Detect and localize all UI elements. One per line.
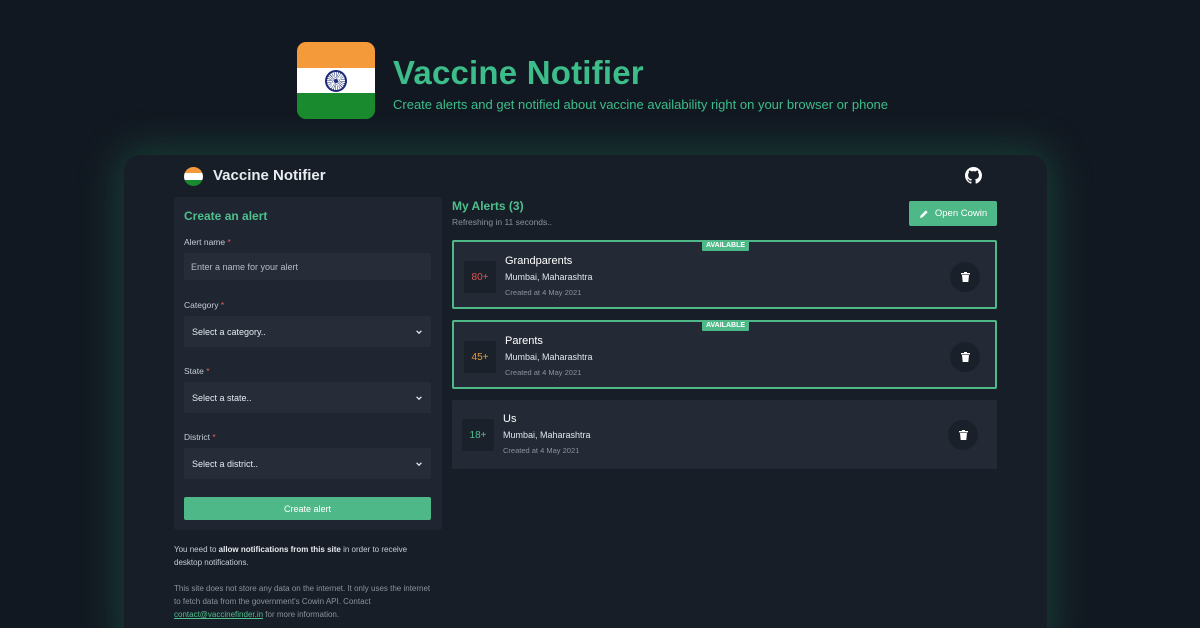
trash-icon (960, 272, 970, 282)
create-alert-panel: Create an alert Alert name * Category * … (174, 197, 442, 530)
district-select-value: Select a district.. (192, 458, 259, 469)
alert-location: Mumbai, Maharashtra (505, 352, 593, 362)
category-select-value: Select a category.. (192, 326, 266, 337)
contact-email-link[interactable]: contact@vaccinefinder.in (174, 610, 263, 619)
age-group-badge: 18+ (462, 419, 494, 451)
alert-created-date: Created at 4 May 2021 (505, 368, 582, 377)
alert-created-date: Created at 4 May 2021 (505, 288, 582, 297)
india-flag-icon[interactable] (184, 167, 203, 186)
create-alert-button[interactable]: Create alert (184, 497, 431, 520)
district-label: District * (184, 432, 216, 442)
availability-badge: AVAILABLE (702, 320, 750, 331)
app-window: Vaccine Notifier Create an alert Alert n… (124, 155, 1047, 628)
alert-name-input[interactable] (184, 253, 431, 280)
district-select[interactable]: Select a district.. (184, 448, 431, 479)
open-cowin-label: Open Cowin (934, 208, 988, 219)
hero-subtitle: Create alerts and get notified about vac… (393, 97, 889, 112)
my-alerts-heading: My Alerts (3) (452, 199, 524, 213)
notification-note: You need to allow notifications from thi… (174, 545, 408, 567)
privacy-note: This site does not store any data on the… (174, 584, 431, 619)
delete-alert-button[interactable] (950, 262, 980, 292)
alert-name-label: Alert name * (184, 237, 231, 247)
alert-card[interactable]: AVAILABLE 80+ Grandparents Mumbai, Maharash… (452, 240, 997, 309)
category-label: Category * (184, 300, 225, 310)
alert-name: Us (503, 413, 517, 425)
age-group-badge: 45+ (464, 341, 496, 373)
chevron-down-icon (416, 461, 422, 466)
ashoka-chakra-icon (325, 69, 347, 92)
alert-created-date: Created at 4 May 2021 (503, 446, 580, 455)
trash-icon (958, 430, 968, 440)
form-heading: Create an alert (184, 209, 268, 223)
alert-location: Mumbai, Maharashtra (503, 430, 591, 440)
nav-title[interactable]: Vaccine Notifier (213, 167, 326, 184)
delete-alert-button[interactable] (950, 342, 980, 372)
alert-location: Mumbai, Maharashtra (505, 272, 593, 282)
refresh-status: Refreshing in 11 seconds.. (452, 217, 553, 227)
chevron-down-icon (416, 329, 422, 334)
india-flag-icon (297, 42, 375, 119)
alert-card[interactable]: 18+ Us Mumbai, Maharashtra Created at 4 May… (452, 400, 997, 469)
chevron-down-icon (416, 395, 422, 400)
alert-name: Parents (505, 335, 543, 347)
state-select[interactable]: Select a state.. (184, 382, 431, 413)
availability-badge: AVAILABLE (702, 240, 750, 251)
github-icon[interactable] (965, 167, 982, 184)
trash-icon (960, 352, 970, 362)
alert-card[interactable]: AVAILABLE 45+ Parents Mumbai, Maharashtra Cr… (452, 320, 997, 389)
age-group-badge: 80+ (464, 261, 496, 293)
open-cowin-button[interactable]: Open Cowin (909, 201, 997, 226)
state-label: State * (184, 366, 210, 376)
alert-name: Grandparents (505, 255, 573, 267)
delete-alert-button[interactable] (948, 420, 978, 450)
pencil-icon (919, 209, 928, 218)
state-select-value: Select a state.. (192, 392, 252, 403)
hero-title: Vaccine Notifier (393, 54, 644, 91)
category-select[interactable]: Select a category.. (184, 316, 431, 347)
